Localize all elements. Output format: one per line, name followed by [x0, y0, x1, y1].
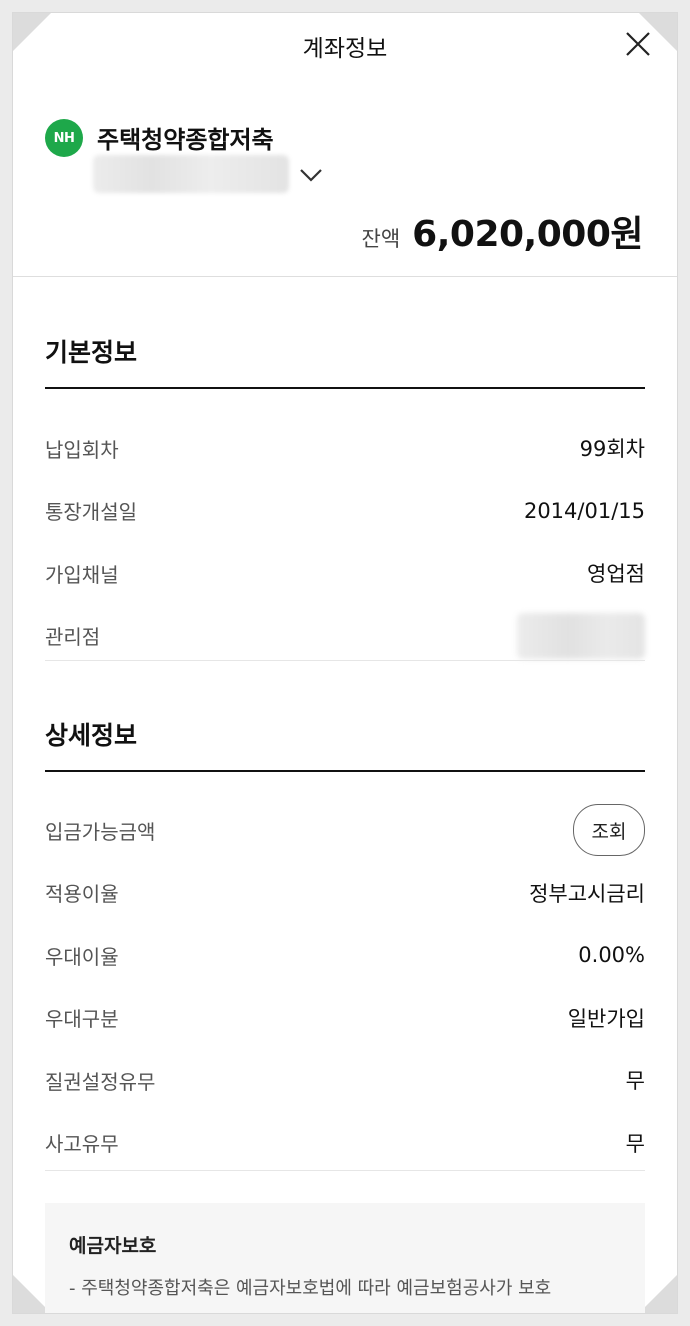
- row-value: 무: [625, 1069, 645, 1094]
- info-row-preferential-type: 우대구분 일반가입: [45, 987, 645, 1050]
- info-row-payment-count: 납입회차 99회차: [45, 417, 645, 480]
- info-row-accident: 사고유무 무: [45, 1112, 645, 1175]
- section-title: 상세정보: [45, 721, 138, 750]
- inquire-button[interactable]: 조회: [573, 804, 645, 857]
- row-value: 0.00%: [578, 943, 645, 968]
- divider: [45, 660, 645, 661]
- row-label: 질권설정유무: [45, 1069, 156, 1094]
- row-label: 납입회차: [45, 437, 119, 462]
- row-label: 관리점: [45, 625, 101, 650]
- info-row-pledge: 질권설정유무 무: [45, 1049, 645, 1112]
- page-title: 계좌정보: [302, 36, 388, 62]
- bank-logo: NH: [45, 119, 83, 157]
- row-value: 일반가입: [567, 1006, 645, 1031]
- section-title: 기본정보: [45, 338, 138, 367]
- info-row-applied-rate: 적용이율 정부고시금리: [45, 862, 645, 925]
- product-name: 주택청약종합저축: [97, 126, 274, 154]
- row-value: 영업점: [587, 562, 645, 587]
- notice-text: - 주택청약종합저축은 예금자보호법에 따라 예금보험공사가 보호: [69, 1278, 552, 1299]
- chevron-down-icon: [300, 169, 322, 182]
- close-icon: [626, 32, 650, 56]
- basic-info-section: 기본정보 납입회차 99회차 통장개설일 2014/01/15 가입채널 영업점…: [45, 333, 645, 667]
- info-row-depositable-amount: 입금가능금액 조회: [45, 799, 645, 862]
- row-label: 우대이율: [45, 944, 119, 969]
- row-label: 우대구분: [45, 1007, 119, 1032]
- branch-value-redacted: [517, 612, 645, 659]
- account-number-redacted: [93, 155, 289, 193]
- divider: [13, 276, 677, 277]
- close-button[interactable]: [623, 29, 653, 59]
- info-row-open-date: 통장개설일 2014/01/15: [45, 480, 645, 543]
- row-value: 무: [625, 1131, 645, 1156]
- account-select-toggle[interactable]: [297, 165, 325, 185]
- row-label: 적용이율: [45, 882, 119, 907]
- balance-value: 6,020,000원: [412, 214, 643, 255]
- divider: [45, 1170, 645, 1171]
- account-info-modal: 계좌정보 NH 주택청약종합저축 잔액 6,020,000원 기본정보 납입회차…: [12, 12, 678, 1314]
- row-value: 99회차: [579, 437, 645, 462]
- info-row-preferential-rate: 우대이율 0.00%: [45, 924, 645, 987]
- row-value: 정부고시금리: [529, 881, 645, 906]
- info-row-channel: 가입채널 영업점: [45, 542, 645, 605]
- notice-title: 예금자보호: [69, 1235, 157, 1257]
- account-summary: NH 주택청약종합저축 잔액 6,020,000원: [45, 117, 645, 257]
- row-label: 사고유무: [45, 1132, 119, 1157]
- balance-row: 잔액 6,020,000원: [361, 205, 644, 257]
- deposit-protection-notice: 예금자보호 - 주택청약종합저축은 예금자보호법에 따라 예금보험공사가 보호: [45, 1203, 645, 1313]
- row-label: 가입채널: [45, 562, 119, 587]
- row-value: 2014/01/15: [523, 498, 645, 523]
- row-label: 통장개설일: [45, 500, 137, 525]
- balance-label: 잔액: [361, 227, 401, 251]
- info-row-branch: 관리점: [45, 605, 645, 668]
- row-label: 입금가능금액: [45, 819, 156, 844]
- detail-info-section: 상세정보 입금가능금액 조회 적용이율 정부고시금리 우대이율 0.00% 우대…: [45, 716, 645, 1174]
